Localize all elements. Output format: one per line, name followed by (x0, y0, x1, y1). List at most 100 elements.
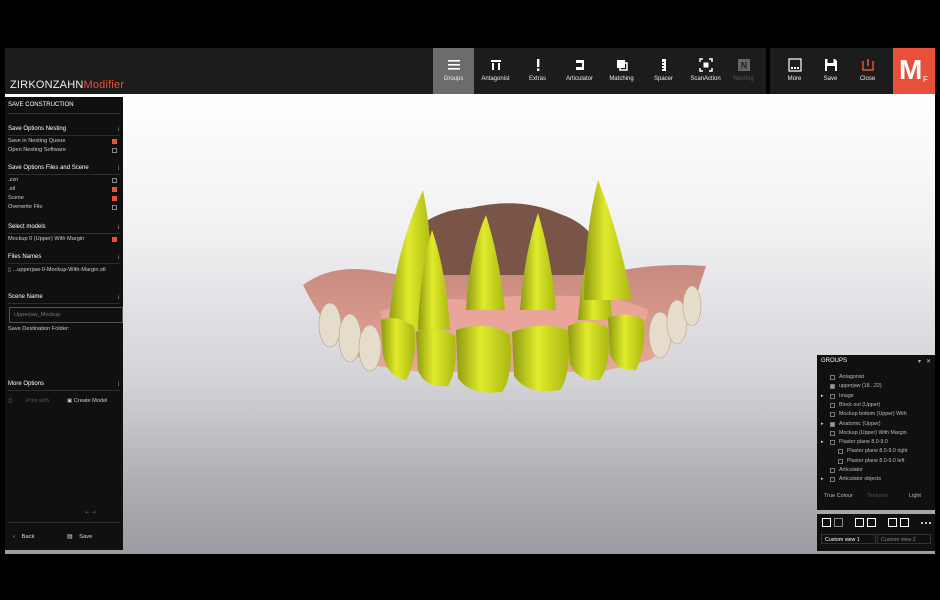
option-scene[interactable]: Scene (8, 194, 120, 203)
save-icon: ▤ (67, 534, 75, 540)
info-icon[interactable]: i (118, 166, 119, 172)
checkbox[interactable] (112, 196, 117, 201)
group-checkbox[interactable] (830, 421, 835, 427)
group-checkbox[interactable] (830, 375, 835, 380)
views-panel: Custom view 1 Custom view 2 (817, 514, 935, 551)
filename-label: ...upperjaw-0-Mockup-With-Margin.stl (12, 267, 106, 273)
model-item[interactable]: Mockup 0 (Upper) With Margin (8, 235, 120, 244)
group-label: Antagonist (839, 374, 865, 380)
toolbar-matching-button[interactable]: Matching (601, 48, 642, 94)
group-checkbox[interactable] (830, 430, 835, 436)
option-stl[interactable]: .stl (8, 185, 120, 194)
info-icon[interactable]: i (118, 225, 119, 231)
info-icon[interactable]: i (118, 295, 119, 301)
group-label: Anatomic (Upper) (839, 420, 881, 427)
scene-name-input[interactable]: Upperjaw_Mockup (9, 307, 123, 323)
view-layout-icons[interactable] (822, 518, 932, 528)
module-name: Modifier (83, 79, 125, 91)
divider (8, 263, 120, 264)
option-label: Overwrite File (8, 204, 43, 210)
save-icon (824, 59, 837, 71)
brand-name: ZIRKONZAHN (10, 79, 84, 91)
toolbar-save-button[interactable]: Save (810, 48, 851, 94)
toolbar-spacer-button[interactable]: Spacer (643, 48, 684, 94)
models-header: Select models (8, 224, 46, 230)
custom-view-1[interactable]: Custom view 1 (821, 534, 876, 544)
undo-icon[interactable]: ⇤ (85, 510, 90, 516)
info-icon[interactable]: i (118, 127, 119, 133)
toolbar-antagonist-button[interactable]: Antagonist (475, 48, 516, 94)
true-colour-button[interactable]: True Colour (824, 493, 853, 499)
toolbar-nesting-button[interactable]: N Nesting (723, 48, 764, 94)
group-checkbox[interactable] (830, 440, 835, 446)
toolbar-label: Close (859, 76, 876, 82)
print-label: Print with (26, 398, 50, 404)
dropdown-icon[interactable]: ▾ (918, 358, 921, 365)
info-icon[interactable]: i (118, 255, 119, 261)
group-checkbox[interactable] (830, 393, 835, 399)
expand-icon[interactable]: ▸ (821, 392, 824, 401)
expand-icon[interactable]: ▸ (821, 420, 824, 429)
group-checkbox[interactable] (838, 449, 843, 455)
close-icon[interactable]: ✕ (926, 358, 931, 365)
more-options-header: More Options (8, 381, 45, 387)
option-open-nesting[interactable]: Open Nesting Software (8, 146, 120, 155)
toolbar-extras-button[interactable]: Extras (517, 48, 558, 94)
group-checkbox[interactable] (830, 402, 835, 408)
toolbar-groups-button[interactable]: Groups (433, 48, 474, 94)
logo-sub: F (923, 75, 928, 84)
model-label: Mockup 0 (Upper) With Margin (8, 236, 85, 242)
option-label: Save in Nesting Queue (8, 138, 66, 144)
toolbar-close-button[interactable]: Close (847, 48, 888, 94)
option-overwrite[interactable]: Overwrite File (8, 203, 120, 212)
option-save-nesting-queue[interactable]: Save in Nesting Queue (8, 137, 120, 146)
toolbar-more-button[interactable]: More (774, 48, 815, 94)
group-checkbox[interactable] (830, 412, 835, 418)
logo-letter: M (899, 54, 923, 85)
checkbox[interactable] (112, 148, 117, 153)
back-button[interactable]: ‹ Back (13, 530, 34, 544)
dental-model-render (303, 180, 706, 393)
create-model-label: Create Model (73, 398, 108, 404)
option-label: Open Nesting Software (8, 147, 66, 153)
top-toolbar: ZIRKONZAHNModifier Groups Antagonist Ext… (5, 48, 935, 94)
divider (8, 522, 120, 523)
light-button[interactable]: Light (909, 493, 921, 499)
filenames-header: Files Names (8, 254, 42, 260)
group-label: Mockup (Upper) With Margin (839, 429, 907, 436)
back-arrow-icon: ‹ (13, 534, 17, 540)
group-label: Plaster plane 8.0-9.0 (839, 439, 888, 446)
save-label: Save (79, 534, 93, 540)
matching-icon (616, 60, 628, 71)
group-checkbox[interactable] (830, 384, 835, 390)
undo-redo[interactable]: ⇤ ⇥ (85, 509, 120, 518)
checkbox[interactable] (112, 178, 117, 183)
panel-save-button[interactable]: ▤ Save (67, 530, 92, 544)
checkbox[interactable] (112, 139, 117, 144)
power-icon (861, 59, 874, 71)
antagonist-icon (490, 60, 501, 70)
custom-view-2[interactable]: Custom view 2 (877, 534, 931, 544)
3d-viewport[interactable] (5, 94, 935, 554)
info-icon[interactable]: i (118, 382, 119, 388)
articulator-icon (575, 60, 584, 70)
toolbar-articulator-button[interactable]: Articulator (559, 48, 600, 94)
textures-button[interactable]: Textures (867, 493, 888, 499)
checkbox[interactable] (112, 187, 117, 192)
checkbox[interactable] (112, 237, 117, 242)
expand-icon[interactable]: ▸ (821, 438, 824, 447)
expand-icon[interactable]: ▸ (821, 475, 824, 484)
divider (8, 174, 120, 175)
divider (8, 390, 120, 391)
group-checkbox[interactable] (838, 458, 843, 464)
create-model-button[interactable]: ▣ Create Model (67, 397, 120, 406)
toolbar-scanaction-button[interactable]: ScanAction (685, 48, 726, 94)
scene-header: Scene Name (8, 294, 43, 300)
redo-icon[interactable]: ⇥ (91, 510, 96, 516)
svg-text:N: N (740, 61, 747, 71)
group-checkbox[interactable] (830, 477, 835, 483)
group-checkbox[interactable] (830, 468, 835, 473)
option-zzn[interactable]: .zzn (8, 176, 120, 185)
checkbox[interactable] (112, 205, 117, 210)
divider (8, 303, 120, 304)
